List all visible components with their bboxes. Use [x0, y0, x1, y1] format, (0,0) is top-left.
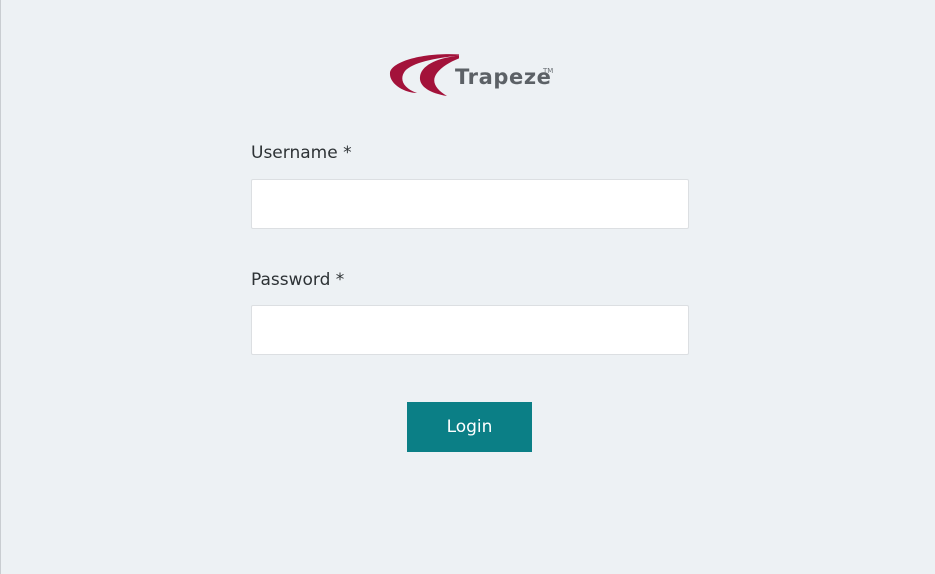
- logo-brand-text: Trapeze: [455, 65, 552, 89]
- login-button[interactable]: Login: [407, 402, 532, 452]
- logo-trademark: TM: [543, 67, 554, 75]
- username-input[interactable]: [251, 179, 689, 229]
- trapeze-logo: Trapeze TM: [387, 53, 557, 97]
- username-label: Username *: [251, 143, 352, 163]
- password-label: Password *: [251, 270, 345, 290]
- trapeze-swoosh-icon: [389, 54, 459, 96]
- login-page: Trapeze TM Username * Password * Login: [0, 0, 935, 574]
- password-input[interactable]: [251, 305, 689, 355]
